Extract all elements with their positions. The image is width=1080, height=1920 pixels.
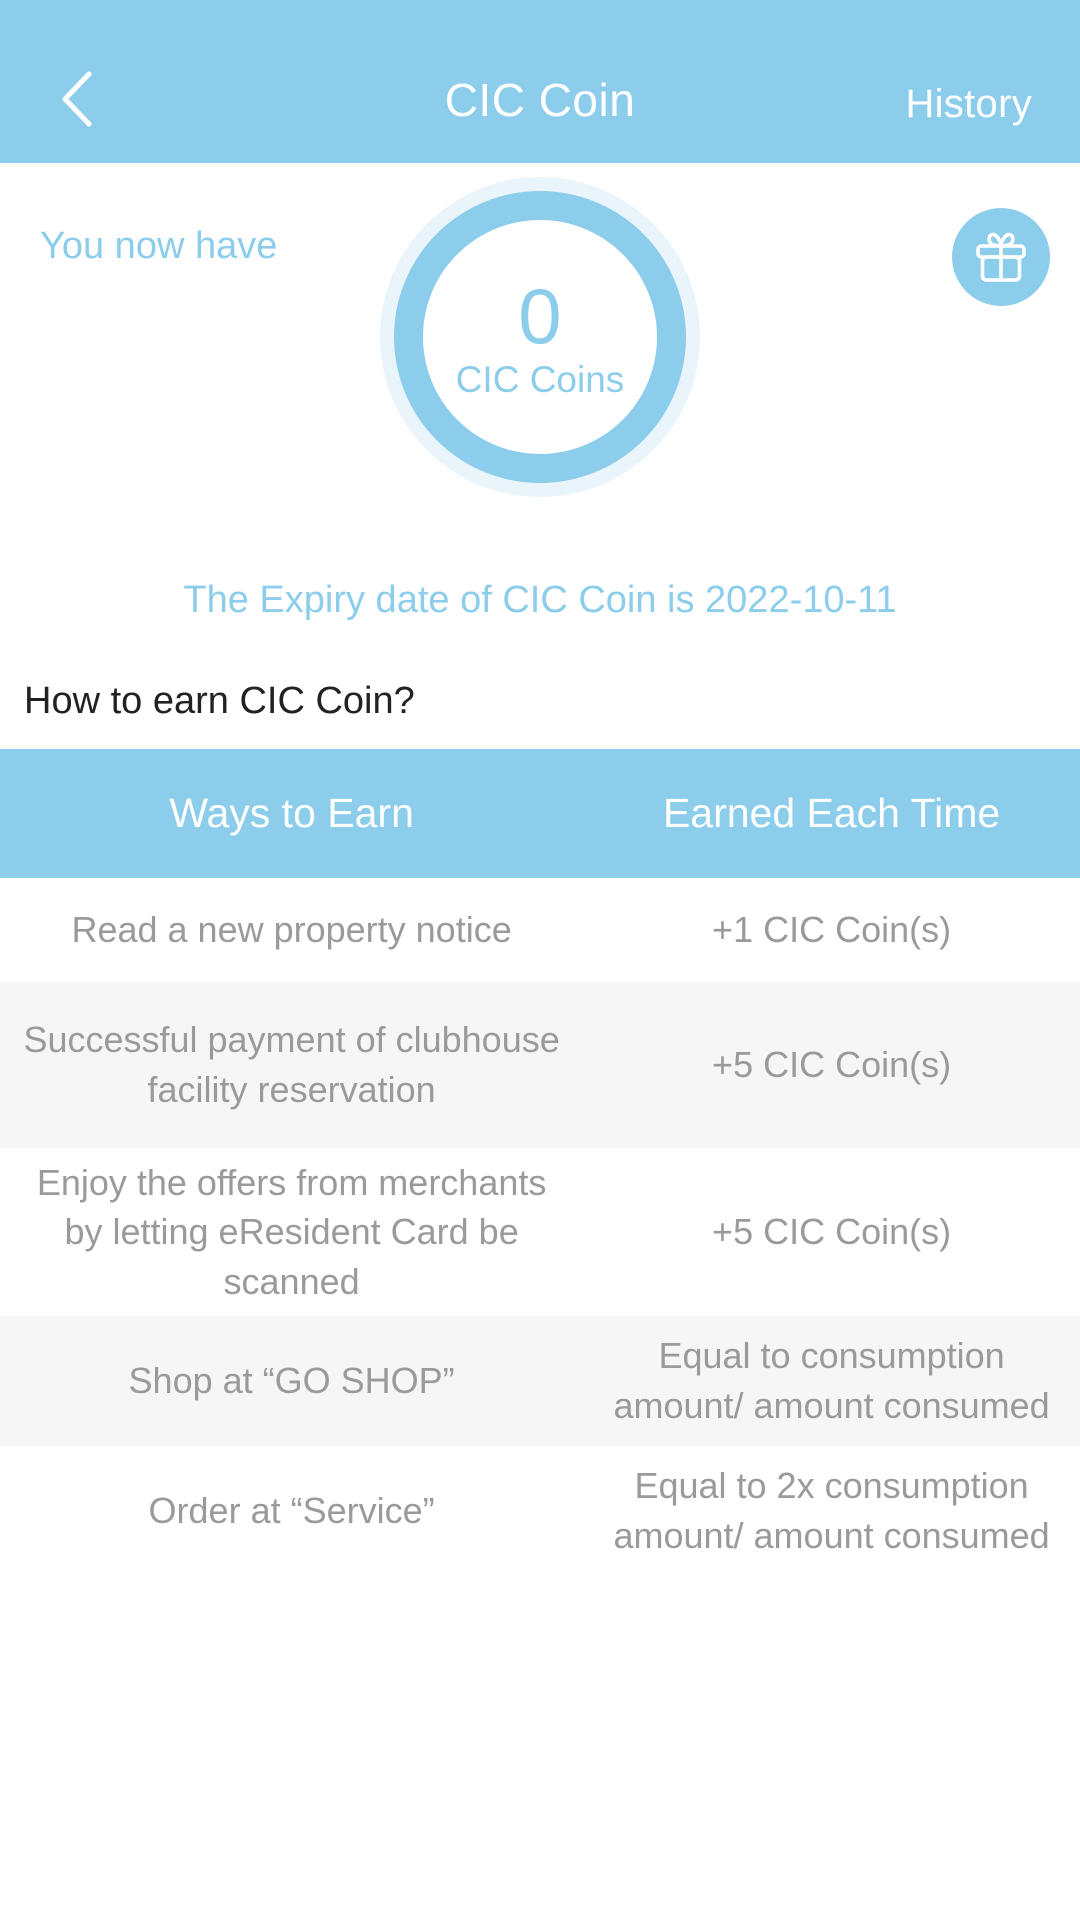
cell-earned: +5 CIC Coin(s)	[712, 1044, 952, 1086]
cell-way: Order at “Service”	[148, 1490, 435, 1532]
table-row: Enjoy the offers from merchants by letti…	[0, 1148, 1080, 1316]
gift-reward-button[interactable]	[952, 208, 1050, 306]
how-to-earn-heading: How to earn CIC Coin?	[24, 680, 415, 722]
cell-way: Read a new property notice	[71, 909, 512, 951]
column-header-earned: Earned Each Time	[662, 790, 1001, 836]
table-header-row: Ways to Earn Earned Each Time	[0, 749, 1080, 878]
coin-balance-dial: 0 CIC Coins	[380, 177, 700, 497]
cic-coin-screen: CIC Coin History You now have 0 CIC Coin…	[0, 0, 1080, 1920]
dial-center: 0 CIC Coins	[380, 177, 700, 497]
chevron-left-icon	[59, 70, 93, 128]
cell-way: Successful payment of clubhouse facility…	[23, 1019, 560, 1110]
cell-way: Shop at “GO SHOP”	[128, 1360, 455, 1402]
coin-unit-label: CIC Coins	[455, 358, 625, 400]
earning-methods-table: Ways to Earn Earned Each Time Read a new…	[0, 749, 1080, 1576]
table-row: Read a new property notice +1 CIC Coin(s…	[0, 878, 1080, 982]
gift-icon	[972, 229, 1030, 285]
cell-way: Enjoy the offers from merchants by letti…	[36, 1161, 547, 1302]
navigation-bar: CIC Coin History	[0, 0, 1080, 163]
cell-earned: +1 CIC Coin(s)	[712, 909, 952, 951]
table-row: Successful payment of clubhouse facility…	[0, 982, 1080, 1148]
cell-earned: Equal to consumption amount/ amount cons…	[613, 1335, 1050, 1426]
coin-amount: 0	[518, 271, 562, 360]
balance-section: You now have 0 CIC Coins	[0, 163, 1080, 593]
balance-label: You now have	[40, 225, 278, 267]
table-row: Shop at “GO SHOP” Equal to consumption a…	[0, 1316, 1080, 1446]
history-button[interactable]: History	[905, 82, 1032, 127]
column-header-ways: Ways to Earn	[169, 790, 414, 836]
cell-earned: Equal to 2x consumption amount/ amount c…	[613, 1465, 1050, 1556]
table-row: Order at “Service” Equal to 2x consumpti…	[0, 1446, 1080, 1576]
cell-earned: +5 CIC Coin(s)	[712, 1211, 952, 1253]
back-button[interactable]	[48, 71, 104, 127]
